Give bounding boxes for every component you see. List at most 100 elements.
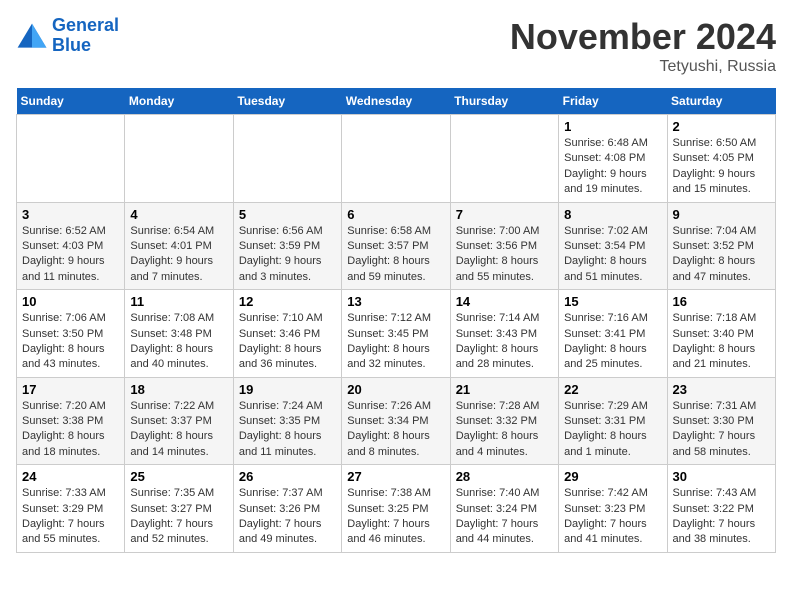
day-number: 26 [239, 469, 336, 484]
day-cell: 15 Sunrise: 7:16 AM Sunset: 3:41 PM Dayli… [559, 290, 667, 378]
day-cell: 16Sunrise: 7:18 AM Sunset: 3:40 PM Dayli… [667, 290, 775, 378]
day-detail: Sunrise: 7:10 AM Sunset: 3:46 PM Dayligh… [239, 311, 336, 373]
day-cell: 24 Sunrise: 7:33 AM Sunset: 3:29 PM Dayli… [17, 465, 125, 553]
logo-line1: General [52, 15, 119, 35]
day-detail: Sunrise: 7:31 AM Sunset: 3:30 PM Dayligh… [673, 399, 770, 461]
day-detail: Sunrise: 7:26 AM Sunset: 3:34 PM Dayligh… [347, 399, 444, 461]
day-cell: 12 Sunrise: 7:10 AM Sunset: 3:46 PM Dayli… [233, 290, 341, 378]
weekday-header-thursday: Thursday [450, 88, 558, 115]
day-detail: Sunrise: 6:58 AM Sunset: 3:57 PM Dayligh… [347, 224, 444, 286]
day-number: 29 [564, 469, 661, 484]
day-detail: Sunrise: 7:04 AM Sunset: 3:52 PM Dayligh… [673, 224, 770, 286]
weekday-header-monday: Monday [125, 88, 233, 115]
day-cell: 6 Sunrise: 6:58 AM Sunset: 3:57 PM Daylig… [342, 202, 450, 290]
week-row-2: 3 Sunrise: 6:52 AM Sunset: 4:03 PM Daylig… [17, 202, 776, 290]
day-cell: 3 Sunrise: 6:52 AM Sunset: 4:03 PM Daylig… [17, 202, 125, 290]
day-cell: 25 Sunrise: 7:35 AM Sunset: 3:27 PM Dayli… [125, 465, 233, 553]
day-cell: 23 Sunrise: 7:31 AM Sunset: 3:30 PM Dayli… [667, 377, 775, 465]
weekday-header-row: SundayMondayTuesdayWednesdayThursdayFrid… [17, 88, 776, 115]
day-number: 4 [130, 207, 227, 222]
week-row-4: 17 Sunrise: 7:20 AM Sunset: 3:38 PM Dayli… [17, 377, 776, 465]
week-row-3: 10 Sunrise: 7:06 AM Sunset: 3:50 PM Dayli… [17, 290, 776, 378]
day-detail: Sunrise: 7:37 AM Sunset: 3:26 PM Dayligh… [239, 486, 336, 548]
day-cell: 7 Sunrise: 7:00 AM Sunset: 3:56 PM Daylig… [450, 202, 558, 290]
day-cell: 5Sunrise: 6:56 AM Sunset: 3:59 PM Daylig… [233, 202, 341, 290]
logo: General Blue [16, 16, 119, 56]
day-cell: 8 Sunrise: 7:02 AM Sunset: 3:54 PM Daylig… [559, 202, 667, 290]
header: General Blue November 2024 Tetyushi, Rus… [16, 16, 776, 76]
day-detail: Sunrise: 7:28 AM Sunset: 3:32 PM Dayligh… [456, 399, 553, 461]
day-number: 12 [239, 294, 336, 309]
day-detail: Sunrise: 7:38 AM Sunset: 3:25 PM Dayligh… [347, 486, 444, 548]
day-detail: Sunrise: 7:43 AM Sunset: 3:22 PM Dayligh… [673, 486, 770, 548]
day-detail: Sunrise: 7:08 AM Sunset: 3:48 PM Dayligh… [130, 311, 227, 373]
day-detail: Sunrise: 7:14 AM Sunset: 3:43 PM Dayligh… [456, 311, 553, 373]
day-cell: 10 Sunrise: 7:06 AM Sunset: 3:50 PM Dayli… [17, 290, 125, 378]
day-cell: 20 Sunrise: 7:26 AM Sunset: 3:34 PM Dayli… [342, 377, 450, 465]
location: Tetyushi, Russia [510, 58, 776, 76]
day-detail: Sunrise: 7:20 AM Sunset: 3:38 PM Dayligh… [22, 399, 119, 461]
day-number: 13 [347, 294, 444, 309]
week-row-1: 1 Sunrise: 6:48 AM Sunset: 4:08 PM Daylig… [17, 115, 776, 203]
day-detail: Sunrise: 7:02 AM Sunset: 3:54 PM Dayligh… [564, 224, 661, 286]
day-cell: 9 Sunrise: 7:04 AM Sunset: 3:52 PM Daylig… [667, 202, 775, 290]
day-cell: 26 Sunrise: 7:37 AM Sunset: 3:26 PM Dayli… [233, 465, 341, 553]
day-cell: 27 Sunrise: 7:38 AM Sunset: 3:25 PM Dayli… [342, 465, 450, 553]
day-number: 22 [564, 382, 661, 397]
day-number: 27 [347, 469, 444, 484]
weekday-header-wednesday: Wednesday [342, 88, 450, 115]
day-detail: Sunrise: 7:06 AM Sunset: 3:50 PM Dayligh… [22, 311, 119, 373]
day-number: 19 [239, 382, 336, 397]
day-cell: 19 Sunrise: 7:24 AM Sunset: 3:35 PM Dayli… [233, 377, 341, 465]
day-cell: 4 Sunrise: 6:54 AM Sunset: 4:01 PM Daylig… [125, 202, 233, 290]
day-cell: 21 Sunrise: 7:28 AM Sunset: 3:32 PM Dayli… [450, 377, 558, 465]
day-number: 1 [564, 119, 661, 134]
title-area: November 2024 Tetyushi, Russia [510, 16, 776, 76]
day-number: 20 [347, 382, 444, 397]
day-number: 14 [456, 294, 553, 309]
day-detail: Sunrise: 7:22 AM Sunset: 3:37 PM Dayligh… [130, 399, 227, 461]
day-cell [233, 115, 341, 203]
day-number: 24 [22, 469, 119, 484]
day-detail: Sunrise: 6:52 AM Sunset: 4:03 PM Dayligh… [22, 224, 119, 286]
day-cell: 2Sunrise: 6:50 AM Sunset: 4:05 PM Daylig… [667, 115, 775, 203]
day-cell: 17 Sunrise: 7:20 AM Sunset: 3:38 PM Dayli… [17, 377, 125, 465]
day-number: 30 [673, 469, 770, 484]
day-number: 7 [456, 207, 553, 222]
day-number: 17 [22, 382, 119, 397]
day-number: 15 [564, 294, 661, 309]
weekday-header-saturday: Saturday [667, 88, 775, 115]
day-detail: Sunrise: 7:33 AM Sunset: 3:29 PM Dayligh… [22, 486, 119, 548]
day-number: 28 [456, 469, 553, 484]
day-detail: Sunrise: 7:24 AM Sunset: 3:35 PM Dayligh… [239, 399, 336, 461]
calendar-table: SundayMondayTuesdayWednesdayThursdayFrid… [16, 88, 776, 553]
day-number: 3 [22, 207, 119, 222]
day-detail: Sunrise: 7:35 AM Sunset: 3:27 PM Dayligh… [130, 486, 227, 548]
day-cell: 13 Sunrise: 7:12 AM Sunset: 3:45 PM Dayli… [342, 290, 450, 378]
day-number: 10 [22, 294, 119, 309]
day-cell [17, 115, 125, 203]
day-number: 11 [130, 294, 227, 309]
day-detail: Sunrise: 7:00 AM Sunset: 3:56 PM Dayligh… [456, 224, 553, 286]
day-detail: Sunrise: 6:48 AM Sunset: 4:08 PM Dayligh… [564, 136, 661, 198]
day-number: 2 [673, 119, 770, 134]
logo-icon [16, 22, 48, 50]
day-number: 23 [673, 382, 770, 397]
weekday-header-tuesday: Tuesday [233, 88, 341, 115]
day-number: 9 [673, 207, 770, 222]
day-detail: Sunrise: 7:12 AM Sunset: 3:45 PM Dayligh… [347, 311, 444, 373]
day-number: 6 [347, 207, 444, 222]
month-title: November 2024 [510, 16, 776, 58]
day-number: 21 [456, 382, 553, 397]
day-cell: 14 Sunrise: 7:14 AM Sunset: 3:43 PM Dayli… [450, 290, 558, 378]
day-cell [450, 115, 558, 203]
day-detail: Sunrise: 7:16 AM Sunset: 3:41 PM Dayligh… [564, 311, 661, 373]
day-cell: 18Sunrise: 7:22 AM Sunset: 3:37 PM Dayli… [125, 377, 233, 465]
day-cell: 11 Sunrise: 7:08 AM Sunset: 3:48 PM Dayli… [125, 290, 233, 378]
day-cell [125, 115, 233, 203]
day-number: 25 [130, 469, 227, 484]
day-detail: Sunrise: 7:18 AM Sunset: 3:40 PM Dayligh… [673, 311, 770, 373]
day-number: 8 [564, 207, 661, 222]
day-detail: Sunrise: 7:29 AM Sunset: 3:31 PM Dayligh… [564, 399, 661, 461]
day-detail: Sunrise: 6:54 AM Sunset: 4:01 PM Dayligh… [130, 224, 227, 286]
